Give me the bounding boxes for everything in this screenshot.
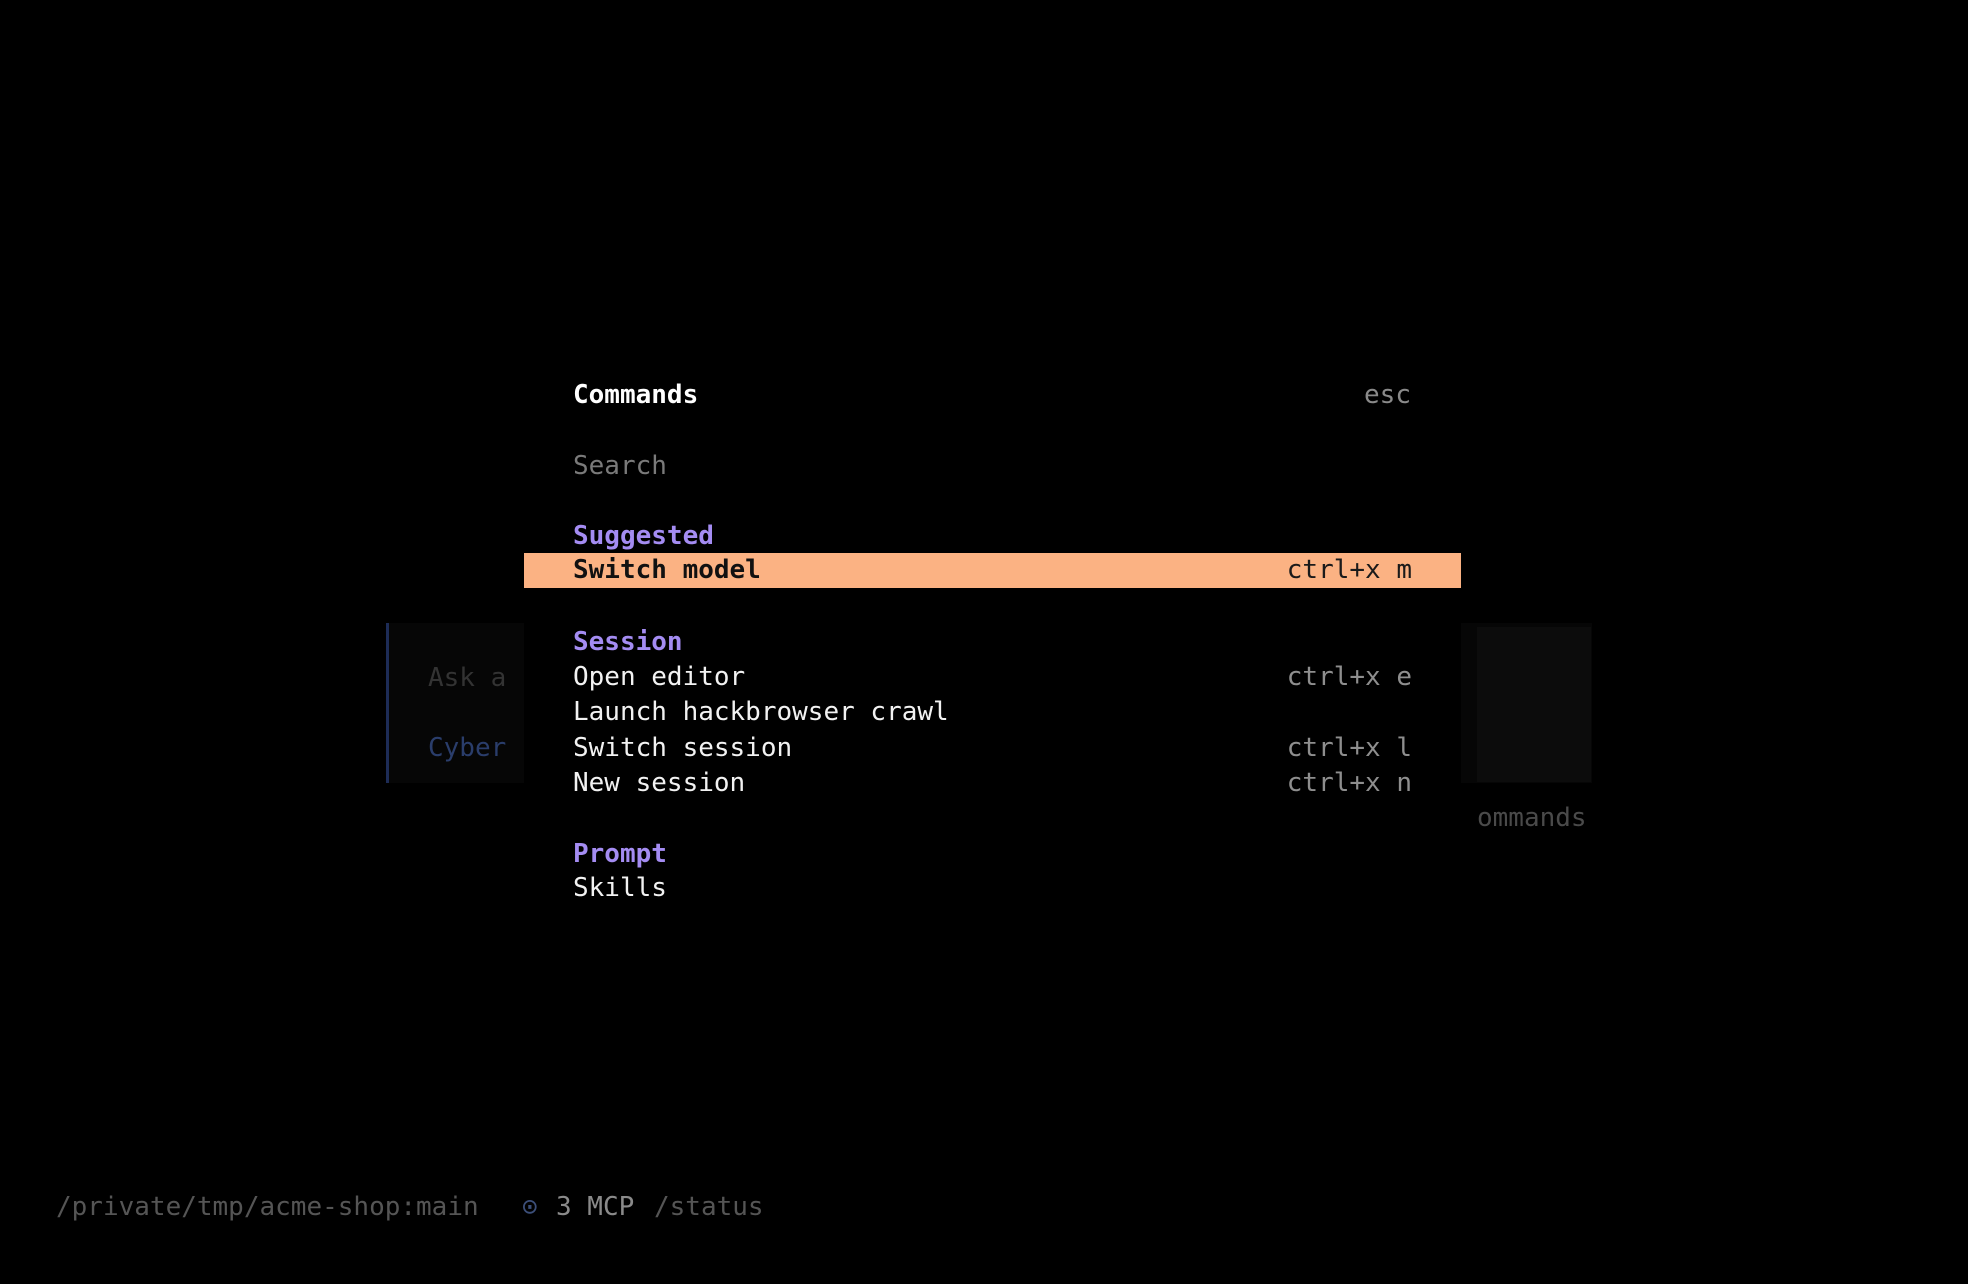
- command-label: Skills: [573, 873, 667, 903]
- command-shortcut: ctrl+x e: [1286, 662, 1412, 692]
- status-path: /private/tmp/acme-shop:main: [56, 1192, 479, 1222]
- command-item-switch-model[interactable]: Switch model ctrl+x m: [524, 553, 1461, 588]
- command-label: Switch session: [573, 733, 793, 763]
- section-heading-session: Session: [573, 627, 683, 657]
- background-commands-hint: ommands: [1477, 803, 1587, 833]
- command-item-new-session[interactable]: New session ctrl+x n: [524, 766, 1461, 801]
- command-shortcut: ctrl+x m: [1286, 555, 1412, 585]
- background-side-panel: [1477, 627, 1591, 782]
- command-item-open-editor[interactable]: Open editor ctrl+x e: [524, 660, 1461, 695]
- command-label: Launch hackbrowser crawl: [573, 697, 949, 727]
- command-label: Switch model: [573, 555, 761, 585]
- background-agent-label: Cyber: [428, 733, 507, 763]
- command-shortcut: ctrl+x l: [1286, 733, 1412, 763]
- background-prompt-placeholder: Ask a: [428, 663, 507, 693]
- status-command[interactable]: /status: [654, 1190, 764, 1224]
- mcp-count[interactable]: 3 MCP: [556, 1190, 634, 1224]
- circle-dot-icon: ⊙: [522, 1192, 538, 1222]
- prompt-accent-bar: [386, 623, 389, 783]
- search-input[interactable]: [573, 449, 1411, 483]
- dialog-title: Commands: [573, 380, 699, 410]
- command-item-skills[interactable]: Skills: [524, 871, 1461, 906]
- command-label: New session: [573, 768, 746, 798]
- command-label: Open editor: [573, 662, 746, 692]
- section-heading-suggested: Suggested: [573, 521, 714, 551]
- command-shortcut: ctrl+x n: [1286, 768, 1412, 798]
- command-item-switch-session[interactable]: Switch session ctrl+x l: [524, 731, 1461, 766]
- close-hint[interactable]: esc: [1364, 378, 1411, 412]
- command-item-launch-hackbrowser-crawl[interactable]: Launch hackbrowser crawl: [524, 695, 1461, 730]
- section-heading-prompt: Prompt: [573, 839, 667, 869]
